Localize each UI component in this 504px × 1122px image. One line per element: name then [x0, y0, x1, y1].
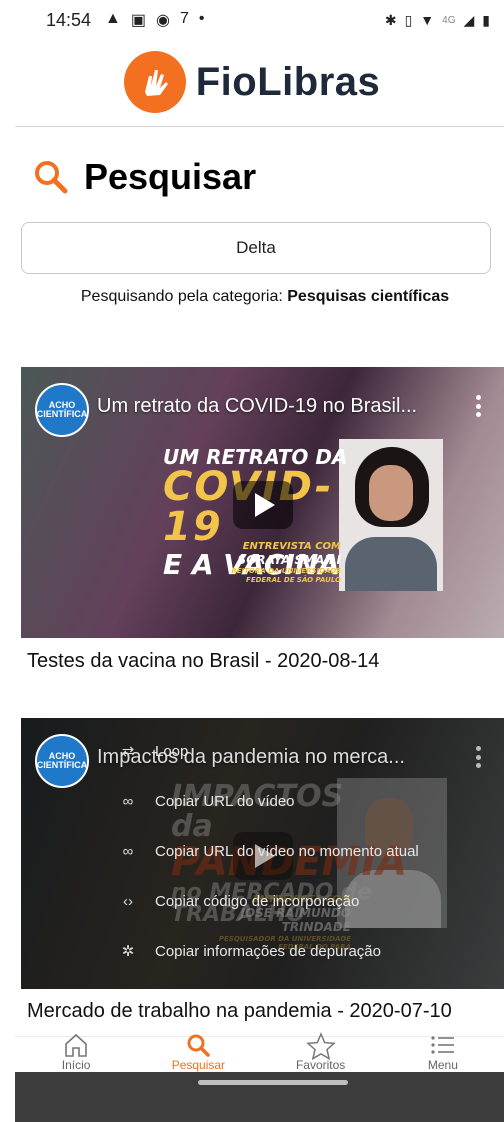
context-menu: ⇄ Loop ∞ Copiar URL do vídeo ∞ Copiar UR…	[21, 718, 504, 989]
sd-card-icon: ▣	[130, 12, 147, 29]
menu-item-loop[interactable]: ⇄ Loop	[117, 740, 189, 762]
category-line: Pesquisando pela categoria: Pesquisas ci…	[0, 288, 504, 306]
loop-icon: ⇄	[121, 743, 135, 760]
status-left-icons: ▲ ▣ ◉ 7 •	[105, 10, 204, 30]
menu-item-copy-url-time[interactable]: ∞ Copiar URL do vídeo no momento atual	[117, 840, 419, 862]
app-header: FioLibras	[0, 46, 504, 118]
page-heading: Pesquisar	[32, 156, 256, 198]
menu-item-label: Copiar código de incorporação	[155, 892, 360, 910]
person-face	[369, 465, 413, 521]
sign-language-hand-icon	[123, 51, 186, 113]
home-icon	[65, 1033, 87, 1057]
wifi-icon: ▼	[420, 12, 435, 28]
bluetooth-icon: ✱	[384, 11, 397, 28]
home-gesture-handle[interactable]	[198, 1080, 348, 1085]
dot-icon: •	[198, 10, 205, 27]
more-options-icon[interactable]	[476, 395, 482, 417]
nav-label: Favoritos	[295, 1058, 346, 1072]
menu-item-label: Loop	[155, 742, 189, 760]
menu-item-copy-debug[interactable]: ✲ Copiar informações de depuração	[117, 940, 381, 962]
link-icon: ∞	[122, 842, 134, 860]
menu-item-copy-url[interactable]: ∞ Copiar URL do vídeo	[117, 790, 295, 812]
signal-icon: ◢	[463, 11, 475, 28]
nav-item-menu[interactable]: Menu	[382, 1036, 504, 1072]
data-saver-icon: ◉	[156, 12, 170, 29]
bug-icon: ✲	[121, 943, 135, 960]
warning-icon: ▲	[105, 10, 121, 27]
video-caption[interactable]: Testes da vacina no Brasil - 2020-08-14	[27, 650, 379, 673]
status-left: 14:54 ▲ ▣ ◉ 7 •	[46, 10, 205, 31]
nav-item-favoritos[interactable]: Favoritos	[260, 1032, 382, 1072]
nav-label: Pesquisar	[171, 1058, 226, 1072]
nav-item-pesquisar[interactable]: Pesquisar	[137, 1034, 259, 1072]
brand-name: FioLibras	[195, 59, 381, 104]
search-icon	[35, 161, 68, 194]
link-icon: ∞	[122, 792, 134, 810]
thumbnail-interview: ENTREVISTA COM SORAYA SMAILI REITORA DA …	[221, 541, 341, 584]
menu-list-icon	[431, 1036, 454, 1054]
interview-role: REITORA DA UNIVERSIDADE FEDERAL DE SÃO P…	[231, 567, 341, 584]
status-bar: 14:54 ▲ ▣ ◉ 7 • ✱ ▯ ▼ 4G ◢ ▮	[0, 0, 504, 40]
header-divider	[15, 126, 504, 127]
embed-code-icon: ‹›	[123, 892, 133, 910]
search-input[interactable]: Delta	[21, 222, 491, 274]
4g-icon: 4G	[442, 14, 456, 26]
vibrate-icon: ▯	[404, 11, 413, 28]
video-player[interactable]: UM RETRATO DA COVID-19 E A VACINA ENTREV…	[21, 367, 504, 638]
play-button[interactable]	[233, 481, 293, 529]
video-caption[interactable]: Mercado de trabalho na pandemia - 2020-0…	[27, 1000, 452, 1023]
menu-item-copy-embed[interactable]: ‹› Copiar código de incorporação	[117, 890, 359, 912]
category-prefix: Pesquisando pela categoria:	[80, 288, 283, 305]
category-name[interactable]: Pesquisas científicas	[287, 288, 449, 305]
menu-item-label: Copiar URL do vídeo no momento atual	[155, 842, 419, 860]
bottom-nav: Início Pesquisar Favoritos Menu	[15, 1032, 504, 1072]
nav-label: Início	[61, 1058, 91, 1072]
status-time: 14:54	[46, 9, 92, 30]
menu-item-label: Copiar informações de depuração	[155, 942, 381, 960]
seven-icon: 7	[179, 10, 189, 27]
star-icon	[305, 1032, 336, 1060]
status-right: ✱ ▯ ▼ 4G ◢ ▮	[385, 12, 490, 29]
page-title: Pesquisar	[84, 156, 257, 197]
menu-item-label: Copiar URL do vídeo	[155, 792, 295, 810]
video-title-overlay[interactable]: Um retrato da COVID-19 no Brasil...	[97, 395, 457, 418]
interview-name: SORAYA SMAILI	[237, 553, 341, 567]
nav-label: Menu	[427, 1058, 458, 1072]
channel-avatar[interactable]: ACHO CIENTÍFICA	[35, 383, 89, 437]
system-navigation-bar	[15, 1072, 504, 1122]
battery-icon: ▮	[482, 11, 490, 28]
search-icon	[187, 1034, 211, 1057]
interview-label: ENTREVISTA COM	[242, 541, 341, 552]
nav-item-inicio[interactable]: Início	[15, 1033, 137, 1072]
video-player[interactable]: IMPACTOS da PANDEMIA no MERCADO de TRABA…	[21, 718, 504, 989]
